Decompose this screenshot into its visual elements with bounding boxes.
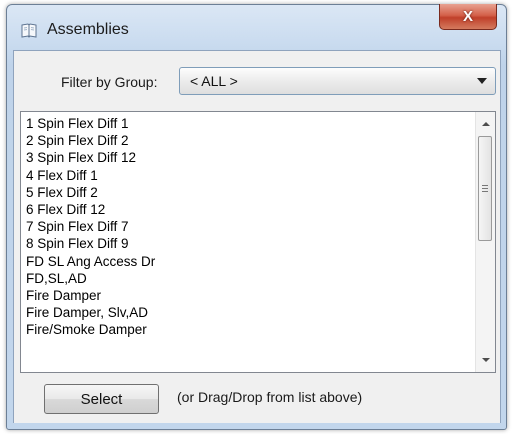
drag-drop-hint: (or Drag/Drop from list above) xyxy=(177,389,363,405)
list-item[interactable]: 6 Flex Diff 12 xyxy=(26,201,471,218)
client-area: Filter by Group: < ALL > 1 Spin Flex Dif… xyxy=(13,50,501,423)
list-item[interactable]: 3 Spin Flex Diff 12 xyxy=(26,149,471,166)
list-item[interactable]: 4 Flex Diff 1 xyxy=(26,167,471,184)
scroll-thumb[interactable] xyxy=(478,136,492,241)
chevron-down-icon[interactable] xyxy=(477,78,487,84)
select-button[interactable]: Select xyxy=(44,384,159,414)
list-item[interactable]: 8 Spin Flex Diff 9 xyxy=(26,235,471,252)
group-filter-value: < ALL > xyxy=(190,73,238,89)
window-title: Assemblies xyxy=(47,21,129,38)
assemblies-list[interactable]: 1 Spin Flex Diff 1 2 Spin Flex Diff 2 3 … xyxy=(20,111,496,373)
assemblies-window: Assemblies X Filter by Group: < ALL > 1 … xyxy=(6,4,507,430)
book-icon xyxy=(21,23,37,38)
close-button[interactable]: X xyxy=(439,4,497,30)
list-item[interactable]: Fire Damper, Slv,AD xyxy=(26,304,471,321)
list-item[interactable]: 7 Spin Flex Diff 7 xyxy=(26,218,471,235)
close-icon: X xyxy=(462,8,473,25)
list-item[interactable]: Fire Damper xyxy=(26,287,471,304)
arrow-down-icon[interactable] xyxy=(482,358,490,362)
list-item[interactable]: 2 Spin Flex Diff 2 xyxy=(26,132,471,149)
grip-line xyxy=(482,191,488,192)
arrow-up-icon[interactable] xyxy=(482,122,490,126)
group-filter-dropdown[interactable]: < ALL > xyxy=(179,67,496,95)
filter-label: Filter by Group: xyxy=(61,74,158,90)
assemblies-list-items: 1 Spin Flex Diff 1 2 Spin Flex Diff 2 3 … xyxy=(26,115,471,339)
title-bar[interactable]: Assemblies X xyxy=(7,4,506,49)
list-scrollbar[interactable] xyxy=(475,112,495,372)
list-item[interactable]: Fire/Smoke Damper xyxy=(26,321,471,338)
grip-line xyxy=(482,188,488,189)
list-item[interactable]: FD,SL,AD xyxy=(26,270,471,287)
list-item[interactable]: 1 Spin Flex Diff 1 xyxy=(26,115,471,132)
grip-line xyxy=(482,185,488,186)
list-item[interactable]: FD SL Ang Access Dr xyxy=(26,253,471,270)
footer-bar: Select (or Drag/Drop from list above) xyxy=(14,377,500,423)
list-item[interactable]: 5 Flex Diff 2 xyxy=(26,184,471,201)
